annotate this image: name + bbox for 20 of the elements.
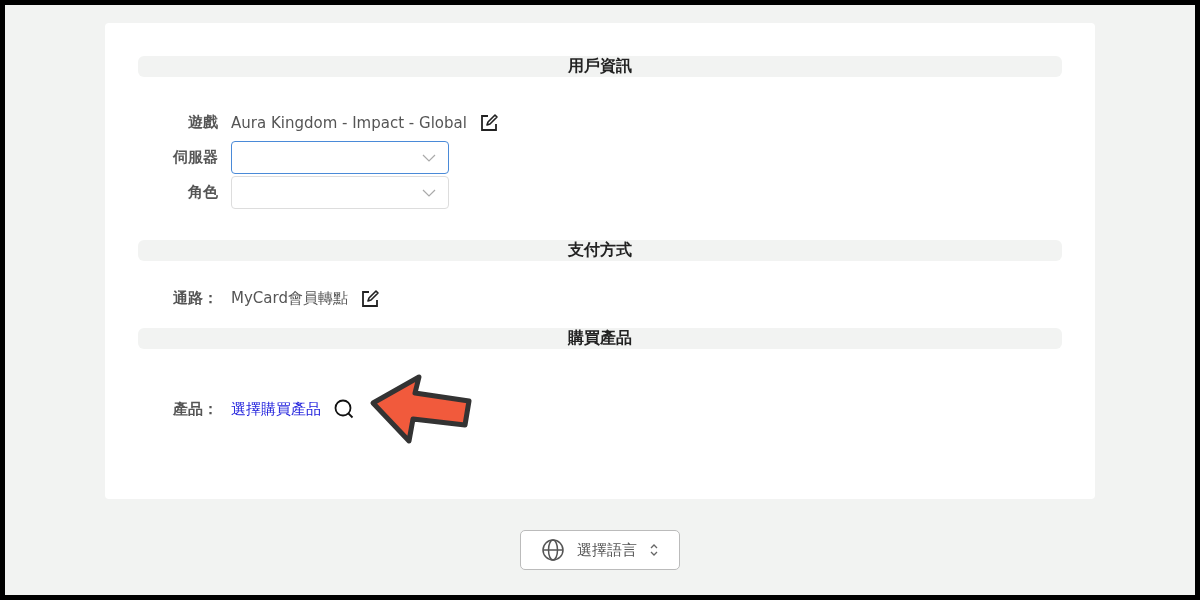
field-label: 伺服器 [171, 148, 219, 167]
section-title: 購買產品 [568, 328, 632, 349]
language-button[interactable]: 選擇語言 [520, 530, 680, 570]
dropdown-field[interactable] [231, 141, 449, 174]
chevron-down-icon [422, 188, 436, 197]
field-label: 通路： [172, 289, 219, 308]
field-label: 遊戲 [187, 113, 219, 132]
section-title: 用戶資訊 [568, 56, 632, 77]
field-value: MyCard會員轉點 [231, 289, 348, 308]
field-label: 角色 [187, 183, 219, 202]
field-value: Aura Kingdom - Impact - Global [231, 113, 467, 132]
edit-icon[interactable] [478, 112, 499, 133]
field-label: 產品： [172, 399, 219, 419]
select-product-link[interactable]: 選擇購買產品 [231, 399, 321, 419]
chevron-down-icon [422, 153, 436, 162]
sort-caret-icon [649, 543, 659, 557]
globe-icon [541, 538, 565, 562]
section-title: 支付方式 [568, 240, 632, 261]
edit-icon[interactable] [359, 288, 380, 309]
search-icon[interactable] [333, 398, 355, 420]
